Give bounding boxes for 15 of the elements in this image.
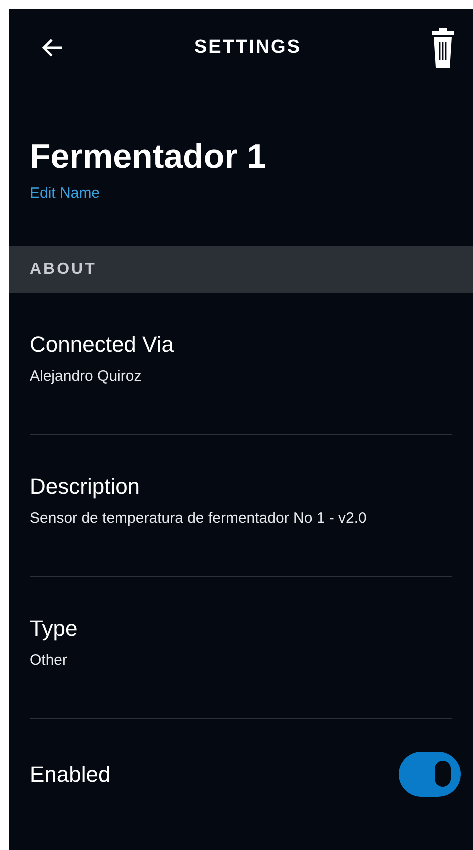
back-arrow-icon: [41, 38, 63, 58]
field-value: Alejandro Quiroz: [30, 367, 143, 387]
field-label: Connected Via: [30, 331, 175, 359]
page-title: SETTINGS: [194, 36, 302, 60]
delete-button[interactable]: [430, 26, 455, 70]
field-value: Other: [30, 651, 69, 671]
field-label: Type: [30, 615, 79, 643]
toggle-label: Enabled: [30, 760, 111, 788]
edit-name-link[interactable]: Edit Name: [30, 183, 100, 206]
enabled-toggle[interactable]: [399, 752, 461, 796]
device-name: Fermentador 1: [30, 137, 268, 177]
trash-icon: [432, 28, 454, 68]
field-label: Description: [30, 473, 142, 501]
section-header: ABOUT: [30, 260, 97, 280]
field-value: Sensor de temperatura de fermentador No 1 - v2.0: [30, 509, 368, 529]
